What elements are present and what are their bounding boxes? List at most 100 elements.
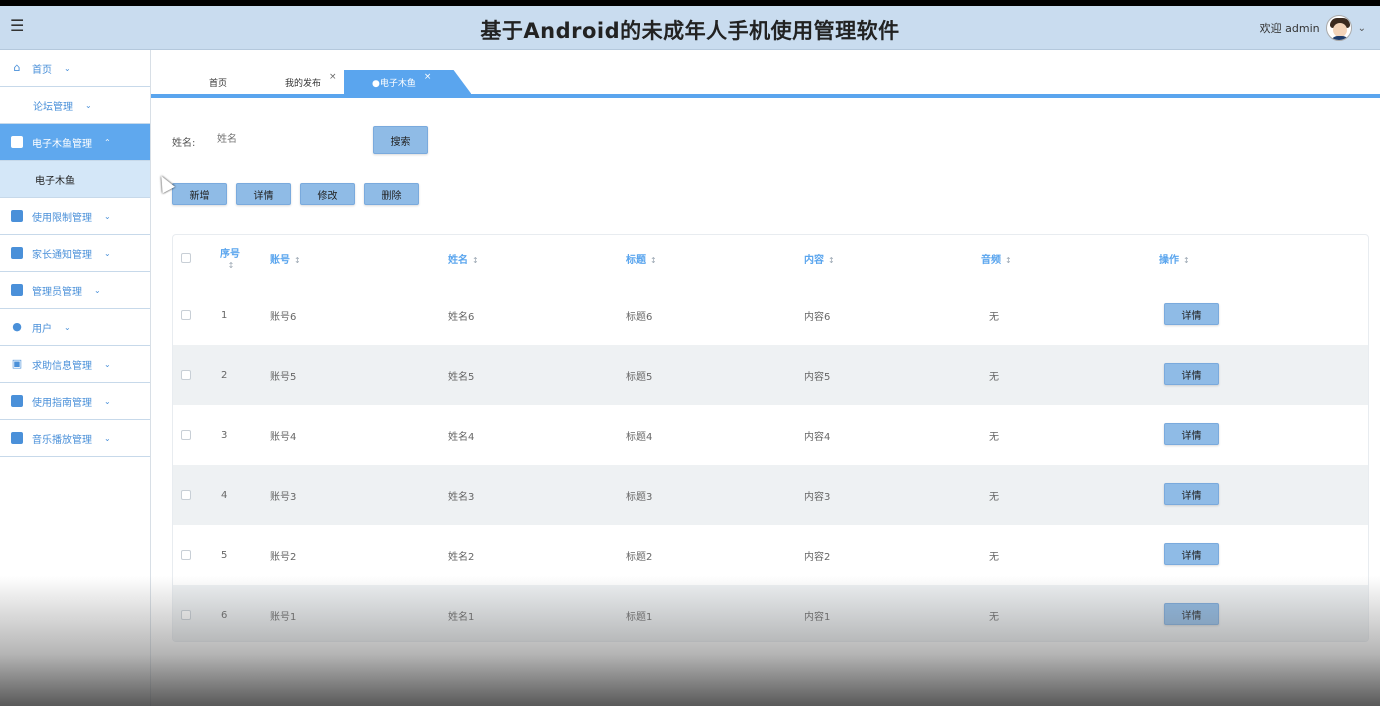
chevron-down-icon: ⌄ (104, 433, 111, 443)
column-header-audio[interactable]: 音频 ↕ (981, 251, 1012, 266)
table-row: 3 账号4 姓名4 标题4 内容4 无 详情 (173, 405, 1368, 465)
sidebar-item-muyu-management[interactable]: 电子木鱼管理 ⌃ (0, 124, 150, 161)
sidebar-item-label: 电子木鱼 (35, 175, 75, 187)
add-button[interactable]: 新增 (172, 183, 227, 205)
sidebar-item-music[interactable]: 音乐播放管理 ⌄ (0, 420, 150, 457)
cell-content: 内容4 (804, 431, 831, 443)
tab-label: ●电子木鱼 (372, 78, 416, 89)
columns-icon (11, 247, 23, 259)
chevron-down-icon[interactable]: ⌄ (1358, 23, 1366, 34)
table-row: 5 账号2 姓名2 标题2 内容2 无 详情 (173, 525, 1368, 585)
tab-home[interactable]: 首页 (209, 70, 227, 94)
detail-button[interactable]: 详情 (236, 183, 291, 205)
row-checkbox[interactable] (181, 550, 191, 560)
row-checkbox[interactable] (181, 490, 191, 500)
search-button[interactable]: 搜索 (373, 126, 428, 154)
cell-name: 姓名6 (448, 311, 475, 323)
row-detail-button[interactable]: 详情 (1164, 303, 1219, 325)
cell-audio: 无 (989, 431, 999, 443)
close-icon[interactable]: × (424, 72, 432, 82)
sidebar-item-parent-notice[interactable]: 家长通知管理 ⌄ (0, 235, 150, 272)
tab-muyu[interactable]: ●电子木鱼 × (344, 70, 472, 94)
cell-account: 账号5 (270, 371, 297, 383)
sidebar-item-label: 用户 (32, 323, 52, 335)
card-icon (11, 432, 23, 444)
briefcase-icon (11, 395, 23, 407)
column-header-title[interactable]: 标题 ↕ (626, 251, 657, 266)
row-checkbox[interactable] (181, 610, 191, 620)
user-menu[interactable]: 欢迎 admin ⌄ (1260, 11, 1366, 45)
sidebar-item-help[interactable]: ▣ 求助信息管理 ⌄ (0, 346, 150, 383)
sidebar-item-user[interactable]: ● 用户 ⌄ (0, 309, 150, 346)
cell-audio: 无 (989, 551, 999, 563)
column-header-no[interactable]: 序号 ↕ (220, 245, 240, 271)
sidebar-item-label: 使用限制管理 (32, 212, 92, 224)
main-content: 姓名: 搜索 新增 详情 修改 删除 序号↕ 账号↕ 姓名↕ 标题↕ 内容↕ 音… (151, 100, 1380, 706)
sidebar-item-label: 家长通知管理 (32, 249, 92, 261)
tab-label: 首页 (209, 78, 228, 89)
cell-title: 标题4 (626, 431, 653, 443)
table-header: 序号 ↕ 账号 ↕ 姓名 ↕ 标题 ↕ 内容 ↕ 音频 ↕ 操作 ↕ (173, 235, 1368, 285)
row-checkbox[interactable] (181, 310, 191, 320)
sidebar-item-label: 音乐播放管理 (32, 434, 92, 446)
chevron-down-icon: ⌄ (64, 322, 71, 332)
row-checkbox[interactable] (181, 370, 191, 380)
delete-button[interactable]: 删除 (364, 183, 419, 205)
top-header: ☰ 基于Android的未成年人手机使用管理软件 欢迎 admin ⌄ (0, 6, 1380, 50)
row-checkbox[interactable] (181, 430, 191, 440)
cell-audio: 无 (989, 371, 999, 383)
row-detail-button[interactable]: 详情 (1164, 543, 1219, 565)
edit-button[interactable]: 修改 (300, 183, 355, 205)
sidebar-item-muyu[interactable]: 电子木鱼 (0, 161, 150, 198)
chevron-up-icon: ⌃ (104, 137, 111, 147)
user-icon: ● (12, 320, 22, 333)
cell-audio: 无 (989, 491, 999, 503)
chip-icon: ▣ (11, 357, 23, 370)
column-header-content[interactable]: 内容 ↕ (804, 251, 835, 266)
sidebar-item-usage-limit[interactable]: 使用限制管理 ⌄ (0, 198, 150, 235)
avatar[interactable] (1325, 15, 1352, 41)
cell-account: 账号1 (270, 611, 297, 623)
cell-title: 标题2 (626, 551, 653, 563)
column-header-actions[interactable]: 操作 ↕ (1159, 251, 1190, 266)
tab-my-posts[interactable]: 我的发布 × (285, 70, 337, 94)
column-header-name[interactable]: 姓名 ↕ (448, 251, 479, 266)
cell-no: 3 (221, 429, 228, 441)
sidebar-item-label: 电子木鱼管理 (32, 138, 92, 150)
cell-content: 内容1 (804, 611, 831, 623)
search-label: 姓名: (172, 138, 196, 149)
chevron-down-icon: ⌄ (85, 100, 92, 110)
row-detail-button[interactable]: 详情 (1164, 603, 1219, 625)
chevron-down-icon: ⌄ (104, 248, 111, 258)
cell-account: 账号4 (270, 431, 297, 443)
row-detail-button[interactable]: 详情 (1164, 483, 1219, 505)
tab-label: 我的发布 (285, 78, 322, 89)
chevron-down-icon: ⌄ (104, 211, 111, 221)
chevron-down-icon: ⌄ (64, 63, 71, 73)
sidebar-item-label: 首页 (32, 64, 52, 76)
cell-account: 账号2 (270, 551, 297, 563)
sidebar-item-home[interactable]: ⌂ 首页 ⌄ (0, 50, 150, 87)
sidebar-item-admin[interactable]: 管理员管理 ⌄ (0, 272, 150, 309)
column-header-account[interactable]: 账号 ↕ (270, 251, 301, 266)
sidebar-item-guide[interactable]: 使用指南管理 ⌄ (0, 383, 150, 420)
cell-content: 内容3 (804, 491, 831, 503)
sidebar-item-label: 论坛管理 (33, 101, 73, 113)
app-screen: ☰ 基于Android的未成年人手机使用管理软件 欢迎 admin ⌄ ⌂ 首页… (0, 6, 1380, 706)
close-icon[interactable]: × (329, 72, 337, 82)
table-row: 1 账号6 姓名6 标题6 内容6 无 详情 (173, 285, 1368, 345)
select-all-checkbox[interactable] (181, 253, 191, 263)
sidebar-item-forum[interactable]: 论坛管理 ⌄ (0, 87, 150, 124)
grid-icon (11, 284, 23, 296)
cell-name: 姓名4 (448, 431, 475, 443)
data-table: 序号 ↕ 账号 ↕ 姓名 ↕ 标题 ↕ 内容 ↕ 音频 ↕ 操作 ↕ 1 账号6 姓名6 标题… (172, 234, 1369, 642)
table-row: 6 账号1 姓名1 标题1 内容1 无 详情 (173, 585, 1368, 641)
cell-no: 4 (221, 489, 228, 501)
sidebar: ⌂ 首页 ⌄ 论坛管理 ⌄ 电子木鱼管理 ⌃ 电子木鱼 使用限制管理 ⌄ 家长通知管理 ⌄… (0, 50, 151, 706)
sidebar-item-label: 管理员管理 (32, 286, 82, 298)
row-detail-button[interactable]: 详情 (1164, 423, 1219, 445)
cell-no: 2 (221, 369, 228, 381)
row-detail-button[interactable]: 详情 (1164, 363, 1219, 385)
name-search-input[interactable] (209, 128, 359, 150)
chevron-down-icon: ⌄ (104, 359, 111, 369)
